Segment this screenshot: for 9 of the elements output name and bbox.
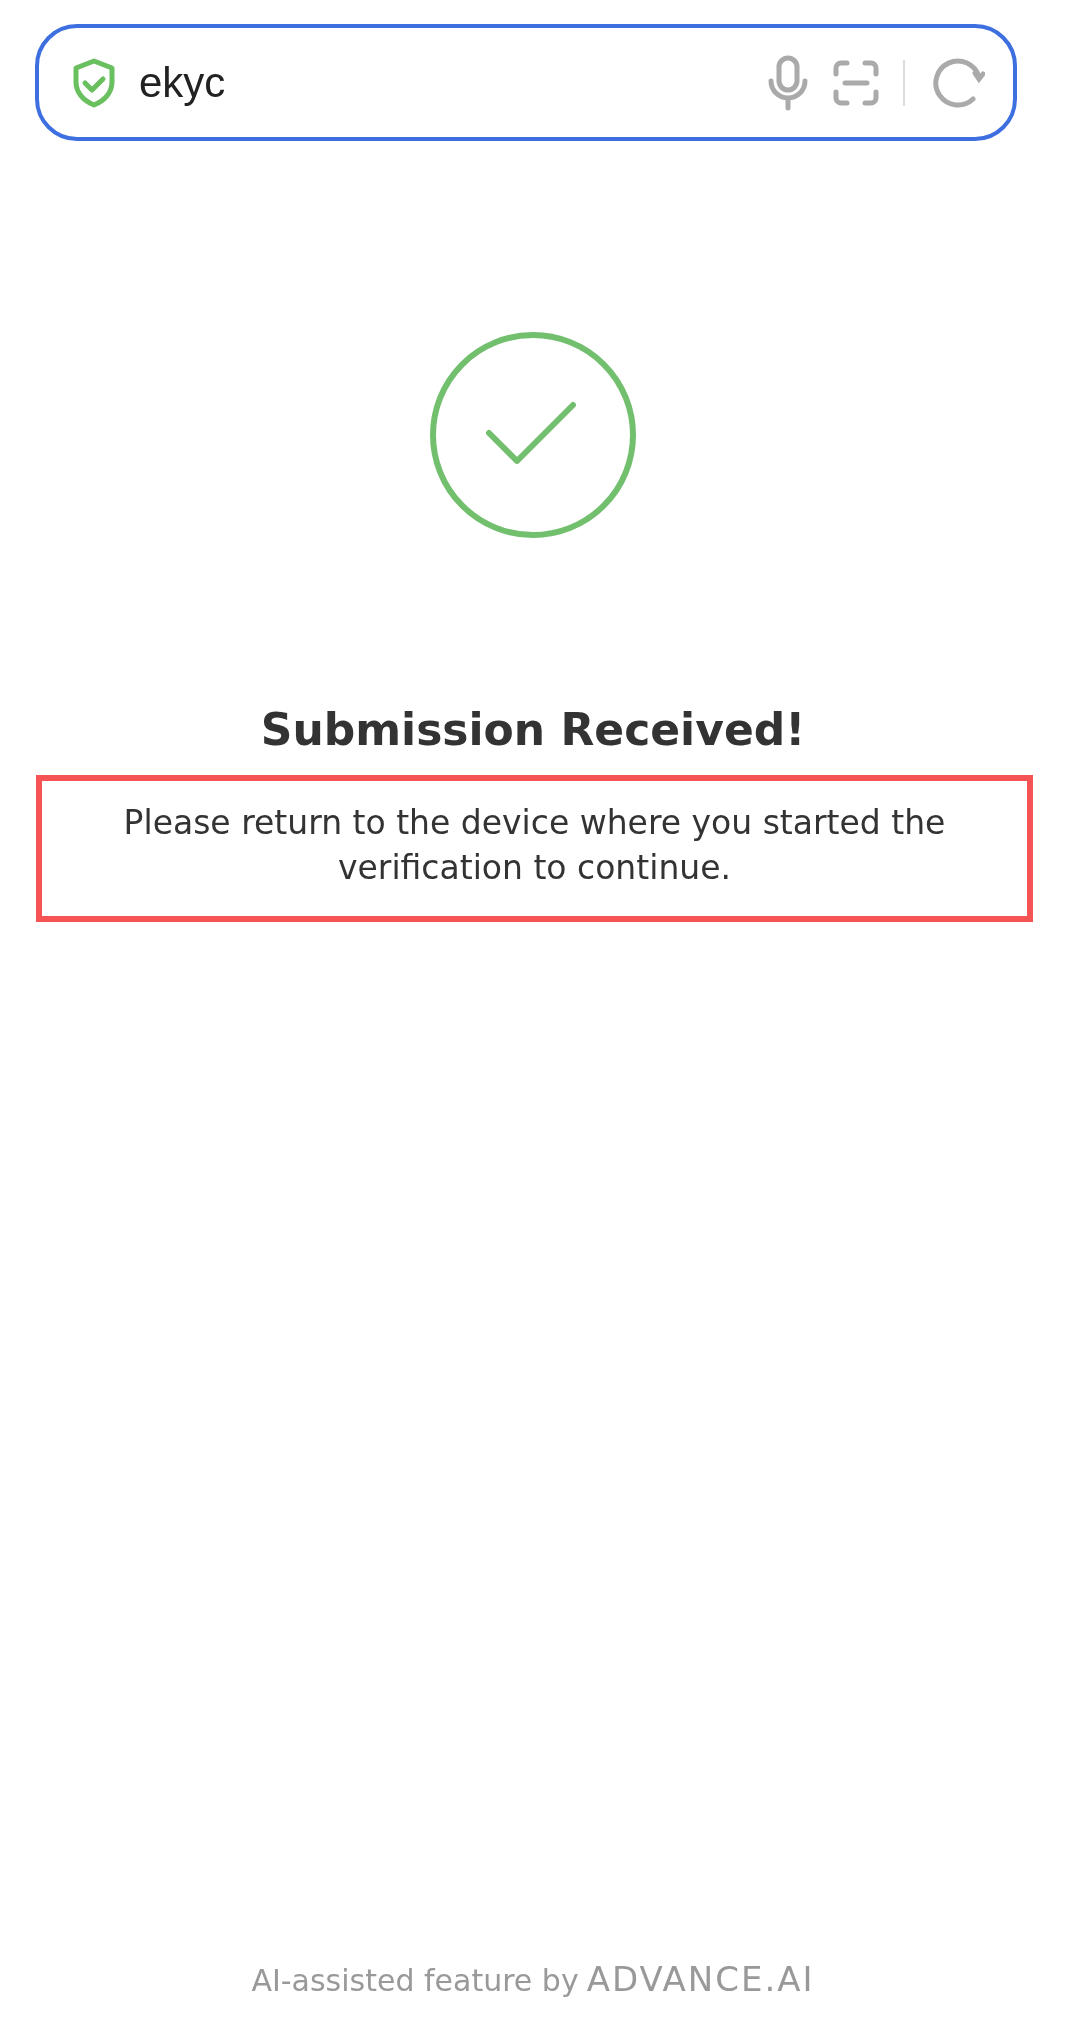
status-title: Submission Received! <box>260 704 806 755</box>
status-message: Please return to the device where you started the verification to continue. <box>36 775 1033 923</box>
scan-icon[interactable] <box>833 59 879 106</box>
shield-check-icon[interactable] <box>73 57 115 108</box>
footer-text: AI-assisted feature by <box>251 1962 579 2000</box>
url-field[interactable]: ekyc <box>139 51 743 114</box>
brand-logo: ADVANCE.AI <box>586 1958 815 2001</box>
address-bar[interactable]: ekyc <box>35 24 1017 141</box>
microphone-icon[interactable] <box>767 54 809 111</box>
